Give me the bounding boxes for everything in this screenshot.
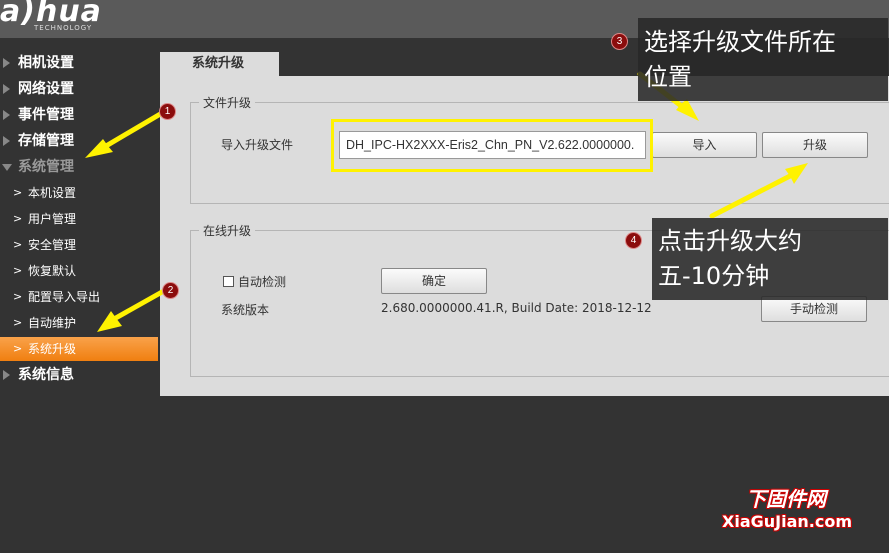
callout-click-upgrade: 点击升级大约 五-10分钟 [652, 218, 888, 300]
watermark-title: 下固件网 [746, 487, 826, 511]
callout-line: 点击升级大约 [658, 227, 802, 255]
callout-line: 选择升级文件所在 [644, 28, 836, 56]
watermark-url: XiaGuJian.com [722, 512, 852, 531]
step-badge-4: 4 [625, 232, 642, 249]
step-badge-3: 3 [611, 33, 628, 50]
step-badge-1: 1 [159, 103, 176, 120]
callout-select-file: 选择升级文件所在 位置 [638, 18, 888, 101]
callout-line: 位置 [644, 63, 692, 91]
step-badge-2: 2 [162, 282, 179, 299]
callout-line: 五-10分钟 [658, 262, 770, 290]
